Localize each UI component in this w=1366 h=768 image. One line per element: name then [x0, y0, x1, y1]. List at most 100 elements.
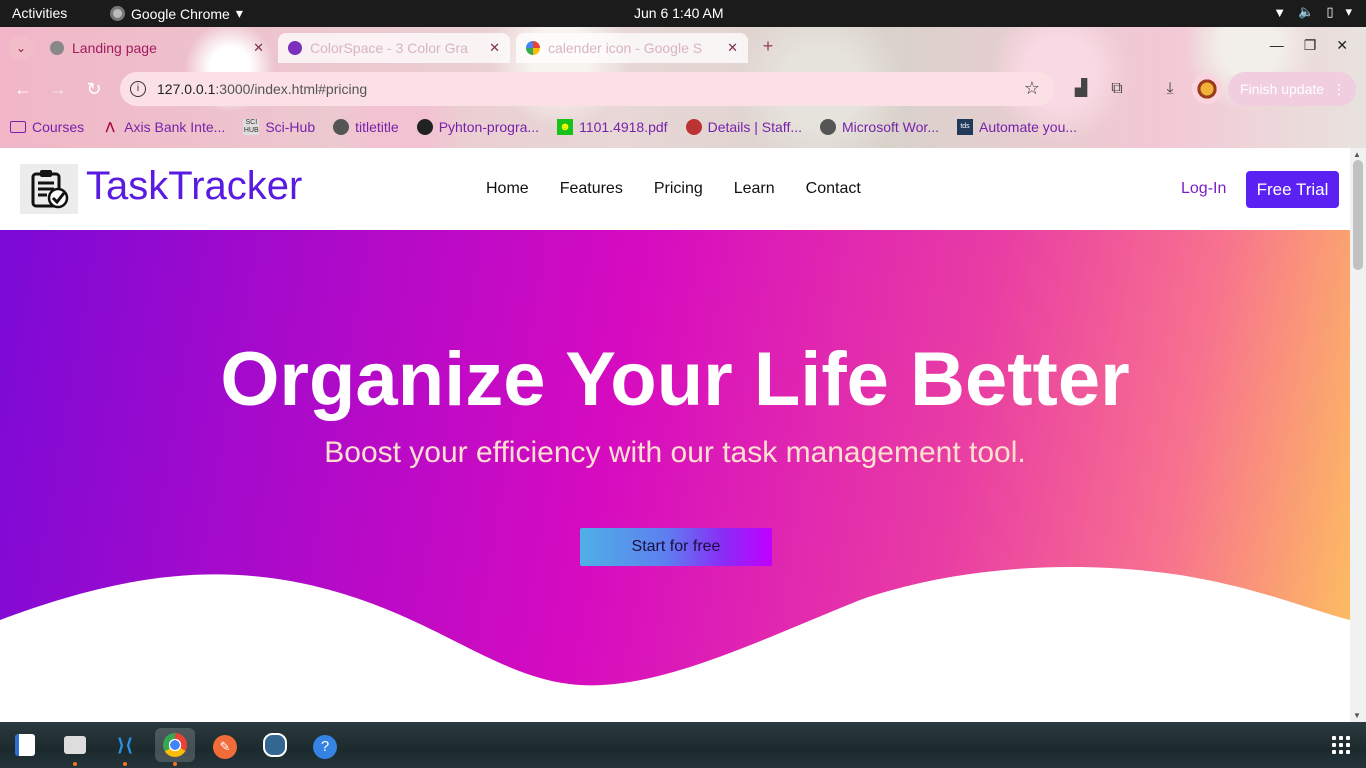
activities-button[interactable]: Activities: [12, 5, 67, 21]
bookmarks-bar: Courses ⋀ Axis Bank Inte... SCI HUB Sci-Hub…: [0, 113, 1300, 141]
bookmark-github[interactable]: Pyhton-progra...: [407, 119, 547, 135]
chrome-icon: [163, 733, 187, 757]
forward-icon[interactable]: →: [47, 78, 69, 100]
bookmark-label: Microsoft Wor...: [842, 119, 939, 135]
tds-icon: tds: [956, 119, 973, 135]
nav-features[interactable]: Features: [560, 180, 623, 198]
tab-title: Landing page: [72, 40, 157, 56]
close-window-icon[interactable]: ✕: [1336, 37, 1348, 54]
bookmark-staff-details[interactable]: Details | Staff...: [676, 119, 810, 135]
smiley-icon: ☻: [557, 119, 574, 135]
bookmark-sci-hub[interactable]: SCI HUB Sci-Hub: [233, 119, 323, 135]
bookmark-label: Courses: [32, 119, 85, 135]
wifi-icon: ▼: [1273, 4, 1287, 20]
running-indicator: [173, 762, 177, 766]
tab-strip: ⌄ Landing page ✕ ColorSpace - 3 Color Gr…: [0, 27, 1366, 67]
login-link[interactable]: Log-In: [1181, 180, 1226, 198]
close-icon[interactable]: ✕: [489, 40, 500, 56]
globe-icon: [50, 41, 64, 55]
clipboard-check-icon[interactable]: [20, 164, 78, 214]
pgadmin-launcher[interactable]: [258, 728, 292, 762]
bookmark-courses[interactable]: Courses: [0, 119, 92, 135]
google-icon: [526, 41, 540, 55]
scroll-up-icon[interactable]: ▲: [1353, 150, 1361, 159]
clock[interactable]: Jun 6 1:40 AM: [634, 5, 724, 21]
site-header: TaskTracker Home Features Pricing Learn …: [0, 148, 1350, 230]
battery-icon: ▯: [1326, 4, 1334, 19]
scroll-down-icon[interactable]: ▼: [1353, 711, 1361, 720]
chrome-icon: [110, 6, 125, 21]
vscode-launcher[interactable]: ⟩⟨: [108, 728, 142, 766]
close-icon[interactable]: ✕: [727, 40, 738, 56]
nav-contact[interactable]: Contact: [806, 180, 861, 198]
tab-title: ColorSpace - 3 Color Gra: [310, 40, 468, 56]
main-nav: Home Features Pricing Learn Contact: [486, 180, 861, 198]
nav-learn[interactable]: Learn: [734, 180, 775, 198]
back-icon[interactable]: ←: [12, 78, 34, 100]
new-tab-button[interactable]: +: [756, 35, 780, 59]
text-editor-launcher[interactable]: [8, 728, 42, 762]
chevron-down-icon: ⌄: [15, 41, 27, 55]
bookmark-label: Pyhton-progra...: [438, 119, 540, 135]
nav-pricing[interactable]: Pricing: [654, 180, 703, 198]
bookmark-microsoft-word[interactable]: Microsoft Wor...: [810, 119, 947, 135]
free-trial-button[interactable]: Free Trial: [1246, 171, 1339, 208]
postman-icon: ✎: [213, 735, 237, 759]
app-menu[interactable]: Google Chrome ▾: [110, 5, 243, 22]
hero-section: Organize Your Life Better Boost your eff…: [0, 230, 1350, 722]
extensions-icon[interactable]: ⧉: [1107, 79, 1127, 99]
postman-launcher[interactable]: ✎: [208, 728, 242, 762]
folder-icon: [10, 121, 26, 133]
tab-landing-page[interactable]: Landing page ✕: [40, 33, 274, 63]
globe-icon: [333, 119, 350, 135]
close-icon[interactable]: ✕: [253, 40, 264, 56]
url-text[interactable]: 127.0.0.1:3000/index.html#pricing: [157, 81, 367, 97]
app-menu-label: Google Chrome: [131, 5, 230, 22]
running-indicator: [123, 762, 127, 766]
brand-name[interactable]: TaskTracker: [86, 164, 302, 209]
page-scrollbar[interactable]: ▲ ▼: [1350, 148, 1366, 722]
bookmark-label: Sci-Hub: [265, 119, 316, 135]
scrollbar-thumb[interactable]: [1353, 160, 1363, 270]
bookmark-axis-bank[interactable]: ⋀ Axis Bank Inte...: [92, 119, 233, 135]
desktop: Activities Google Chrome ▾ Jun 6 1:40 AM…: [0, 0, 1366, 768]
url-path: :3000/index.html#pricing: [215, 81, 368, 97]
download-icon[interactable]: ⤓: [1160, 79, 1180, 99]
planet-icon: [288, 41, 302, 55]
tab-colorspace[interactable]: ColorSpace - 3 Color Gra ✕: [278, 33, 510, 63]
pgadmin-icon: [263, 733, 287, 757]
bookmark-label: Automate you...: [978, 119, 1078, 135]
taskbar-dock: ⟩⟨ ✎ ?: [0, 722, 1366, 768]
reload-icon[interactable]: ↻: [83, 78, 105, 100]
nav-home[interactable]: Home: [486, 180, 529, 198]
more-menu-icon[interactable]: ⋮: [1332, 72, 1346, 106]
system-tray[interactable]: ▼ 🔈 ▯ ▾: [1273, 4, 1352, 20]
chrome-launcher[interactable]: [155, 728, 195, 766]
window-controls: — ❐ ✕: [1270, 37, 1348, 54]
tab-title: calender icon - Google S: [548, 40, 703, 56]
running-indicator: [73, 762, 77, 766]
site-info-icon[interactable]: i: [130, 81, 146, 97]
tab-google-search[interactable]: calender icon - Google S ✕: [516, 33, 748, 63]
bookmark-titletitle[interactable]: titletitle: [323, 119, 407, 135]
finish-update-button[interactable]: Finish update ⋮: [1228, 72, 1356, 106]
web-page: TaskTracker Home Features Pricing Learn …: [0, 148, 1350, 722]
help-launcher[interactable]: ?: [308, 728, 342, 762]
profile-avatar[interactable]: [1192, 74, 1222, 104]
files-launcher[interactable]: [58, 728, 92, 766]
bookmark-label: titletitle: [355, 119, 399, 135]
performance-icon[interactable]: ▟: [1071, 79, 1091, 99]
help-icon: ?: [313, 735, 337, 759]
tab-search-button[interactable]: ⌄: [8, 35, 34, 61]
bookmark-star-icon[interactable]: ☆: [1024, 78, 1040, 99]
bookmark-automate[interactable]: tds Automate you...: [947, 119, 1085, 135]
bookmark-pdf[interactable]: ☻ 1101.4918.pdf: [547, 119, 676, 135]
sci-hub-icon: SCI HUB: [243, 119, 260, 135]
browser-toolbar: ← → ↻ i 127.0.0.1:3000/index.html#pricin…: [0, 70, 1366, 108]
minimize-icon[interactable]: —: [1270, 37, 1284, 54]
hero-wave-divider: [0, 567, 1350, 722]
maximize-icon[interactable]: ❐: [1304, 37, 1317, 54]
address-bar[interactable]: i 127.0.0.1:3000/index.html#pricing ☆: [120, 72, 1054, 106]
show-apps-icon[interactable]: [1332, 736, 1350, 754]
files-icon: [64, 736, 86, 754]
